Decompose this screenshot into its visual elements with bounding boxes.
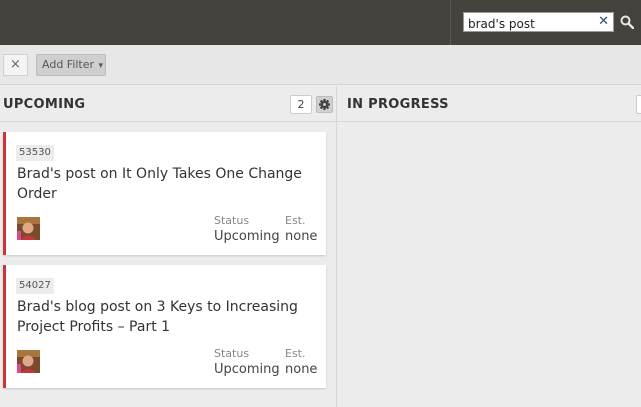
add-filter-button[interactable]: Add Filter ▾ (36, 54, 106, 76)
task-card[interactable]: 54027 Brad's blog post on 3 Keys to Incr… (3, 265, 326, 388)
search-input[interactable] (464, 15, 592, 33)
add-filter-label: Add Filter (42, 58, 95, 71)
column-in-progress: IN PROGRESS (337, 86, 641, 407)
avatar (17, 350, 40, 373)
status-value: Upcoming (214, 229, 280, 244)
column-upcoming: UPCOMING 2 53530 Brad's post on It Only … (0, 86, 336, 407)
column-title: IN PROGRESS (347, 97, 449, 112)
column-header: IN PROGRESS (337, 86, 641, 122)
gear-icon (319, 99, 330, 110)
top-bar-divider (450, 0, 451, 45)
filter-bar: × Add Filter ▾ (0, 45, 641, 85)
clear-filters-button[interactable]: × (3, 54, 28, 76)
estimate-label: Est. (285, 214, 306, 227)
estimate-value: none (285, 229, 318, 244)
chevron-down-icon: ▾ (98, 61, 104, 71)
card-title: Brad's post on It Only Takes One Change … (17, 166, 302, 202)
estimate-label: Est. (285, 347, 306, 360)
avatar (17, 217, 40, 240)
column-header: UPCOMING 2 (0, 86, 336, 122)
column-settings-button[interactable] (316, 96, 333, 113)
close-icon[interactable]: ✕ (598, 15, 609, 29)
magnifier-icon[interactable] (620, 15, 634, 29)
card-count-badge: 2 (290, 95, 312, 114)
card-count-badge (636, 95, 641, 114)
status-label: Status (214, 347, 250, 360)
card-title: Brad's blog post on 3 Keys to Increasing… (17, 299, 298, 335)
status-value: Upcoming (214, 362, 280, 377)
search-box[interactable]: ✕ (463, 12, 614, 33)
estimate-value: none (285, 362, 318, 377)
card-id: 54027 (16, 278, 54, 294)
card-id: 53530 (16, 145, 54, 161)
top-bar: ✕ (0, 0, 641, 45)
task-card[interactable]: 53530 Brad's post on It Only Takes One C… (3, 132, 326, 255)
status-label: Status (214, 214, 250, 227)
column-title: UPCOMING (3, 97, 86, 112)
